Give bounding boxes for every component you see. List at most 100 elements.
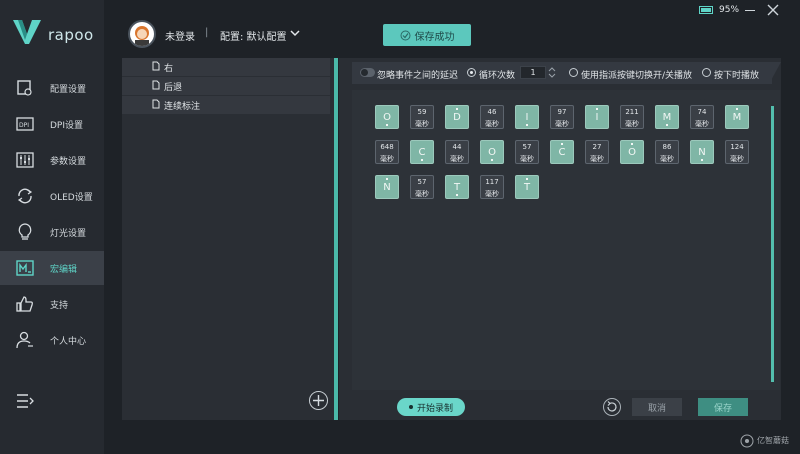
key-event-tile[interactable]: I (585, 105, 609, 129)
key-label: I (595, 112, 599, 123)
key-label: C (558, 147, 566, 158)
delay-tile[interactable]: 211 毫秒 (620, 105, 644, 129)
key-event-tile[interactable]: O (620, 140, 644, 164)
delay-tile[interactable]: 57 毫秒 (515, 140, 539, 164)
macro-list-item[interactable]: 连续标注 (122, 96, 330, 114)
delay-tile[interactable]: 86 毫秒 (655, 140, 679, 164)
sidebar-item-support[interactable]: 支持 (0, 287, 104, 321)
loop-count-input[interactable]: 1 (520, 66, 546, 79)
sidebar-item-label: 灯光设置 (50, 229, 87, 239)
sync-icon (17, 188, 33, 204)
key-event-tile[interactable]: C (550, 140, 574, 164)
minimize-button[interactable] (745, 10, 755, 11)
key-event-tile[interactable]: O (480, 140, 504, 164)
panel-divider-scrollbar[interactable] (334, 58, 338, 420)
delay-tile[interactable]: 648 毫秒 (375, 140, 399, 164)
toggle-play-label: 使用指派按键切换开/关播放 (581, 71, 693, 81)
reset-button[interactable] (603, 398, 621, 416)
key-label: T (453, 182, 461, 193)
check-circle-icon (400, 30, 410, 40)
avatar[interactable] (128, 20, 156, 48)
delay-value: 44 (452, 143, 462, 151)
delay-unit: 毫秒 (660, 155, 674, 163)
key-down-marker (456, 194, 458, 196)
sidebar-item-label: 配置设置 (50, 85, 87, 95)
sidebar-item-label: DPI设置 (50, 121, 84, 131)
close-icon[interactable] (767, 4, 779, 16)
config-selector-label[interactable]: 配置: 默认配置 (220, 28, 287, 43)
key-label: O (383, 112, 391, 123)
cancel-button[interactable]: 取消 (632, 398, 682, 416)
delay-value: 74 (697, 108, 707, 116)
sidebar-item-label: 个人中心 (50, 337, 87, 347)
sidebar-item-profile[interactable]: 个人中心 (0, 323, 104, 357)
delay-tile[interactable]: 44 毫秒 (445, 140, 469, 164)
key-label: D (453, 112, 461, 123)
delay-tile[interactable]: 74 毫秒 (690, 105, 714, 129)
add-macro-button[interactable] (309, 391, 328, 410)
key-event-tile[interactable]: M (655, 105, 679, 129)
key-event-tile[interactable]: D (445, 105, 469, 129)
delay-value: 648 (380, 143, 394, 151)
key-event-tile[interactable]: T (515, 175, 539, 199)
sidebar-item-params[interactable]: 参数设置 (0, 143, 104, 177)
delay-tile[interactable]: 57 毫秒 (410, 175, 434, 199)
login-status[interactable]: 未登录 (165, 28, 195, 43)
delay-value: 57 (522, 143, 532, 151)
key-event-tile[interactable]: O (375, 105, 399, 129)
key-label: T (523, 182, 531, 193)
macro-list-item[interactable]: 右 (122, 58, 330, 76)
macro-sequence-scrollbar[interactable] (771, 106, 774, 382)
key-down-marker (526, 124, 528, 126)
sidebar-item-label: 支持 (50, 301, 69, 311)
delay-tile[interactable]: 97 毫秒 (550, 105, 574, 129)
save-button[interactable]: 保存 (698, 398, 748, 416)
macro-list-item-label: 右 (164, 64, 174, 74)
sidebar-item-macro[interactable]: 宏编辑 (0, 251, 104, 285)
avatar-icon (135, 26, 149, 46)
start-record-button[interactable]: 开始录制 (397, 398, 465, 416)
delay-unit: 毫秒 (520, 155, 534, 163)
key-up-marker (596, 108, 598, 110)
macro-sequence-area: O 59 毫秒 D 46 毫秒 I 97 毫秒 I 211 毫秒 M 74 毫秒 M 648 毫秒 C 44 毫秒 O 57… (352, 90, 780, 390)
hold-play-label: 按下时播放 (714, 71, 760, 81)
save-toast-text: 保存成功 (414, 31, 455, 43)
key-up-marker (386, 178, 388, 180)
loop-count-radio[interactable] (467, 68, 476, 77)
delay-value: 59 (417, 108, 427, 116)
key-label: M (662, 112, 672, 123)
key-down-marker (421, 159, 423, 161)
chevron-down-icon[interactable] (289, 28, 301, 38)
scrollbar-thumb[interactable] (334, 58, 338, 420)
delay-tile[interactable]: 46 毫秒 (480, 105, 504, 129)
delay-tile[interactable]: 124 毫秒 (725, 140, 749, 164)
key-event-tile[interactable]: N (375, 175, 399, 199)
key-event-tile[interactable]: M (725, 105, 749, 129)
key-event-tile[interactable]: C (410, 140, 434, 164)
macro-list-item-label: 连续标注 (164, 102, 201, 112)
delay-tile[interactable]: 27 毫秒 (585, 140, 609, 164)
delay-value: 97 (557, 108, 567, 116)
key-event-tile[interactable]: I (515, 105, 539, 129)
sidebar-item-dpi[interactable]: DPI DPI设置 (0, 107, 104, 141)
sidebar-item-label: 宏编辑 (50, 265, 78, 275)
key-event-tile[interactable]: T (445, 175, 469, 199)
delay-tile[interactable]: 59 毫秒 (410, 105, 434, 129)
key-event-tile[interactable]: N (690, 140, 714, 164)
delay-unit: 毫秒 (625, 120, 639, 128)
stepper-icon[interactable] (548, 66, 556, 79)
ignore-delay-toggle[interactable] (360, 68, 375, 77)
macro-list-item[interactable]: 后退 (122, 77, 330, 95)
toggle-play-radio[interactable] (569, 68, 578, 77)
hold-play-radio[interactable] (702, 68, 711, 77)
sidebar-item-lighting[interactable]: 灯光设置 (0, 215, 104, 249)
document-icon (152, 80, 160, 90)
save-success-toast: 保存成功 (383, 24, 471, 46)
sidebar-item-oled[interactable]: OLED设置 (0, 179, 104, 213)
delay-tile[interactable]: 117 毫秒 (480, 175, 504, 199)
sidebar-item-config[interactable]: 配置设置 (0, 71, 104, 105)
menu-collapse-icon[interactable] (16, 393, 34, 409)
sidebar-item-label: 参数设置 (50, 157, 87, 167)
plus-icon (313, 395, 324, 406)
bulb-icon (18, 223, 32, 240)
